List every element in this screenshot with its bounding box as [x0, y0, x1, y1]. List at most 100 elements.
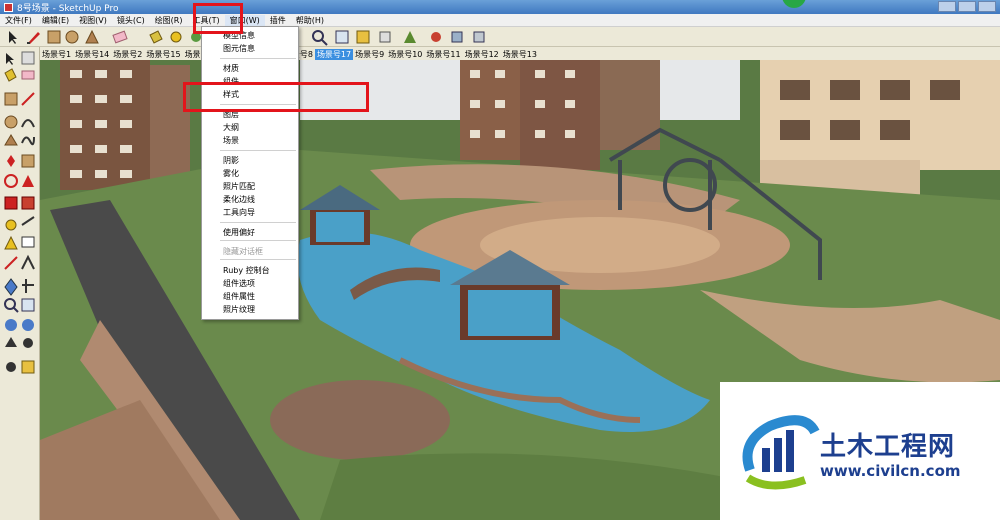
menu-item-0[interactable]: 文件(F)	[0, 15, 37, 26]
make-component-icon	[21, 51, 35, 65]
3d-text-icon	[21, 254, 35, 270]
window-menu-item[interactable]: 照片匹配	[223, 181, 255, 192]
zoom-extents-icon	[335, 30, 349, 44]
menu-separator	[220, 222, 296, 223]
close-button[interactable]	[978, 1, 996, 12]
window-menu-dropdown: 模型信息 图元信息 材质 组件 样式 图层 大纲 场景 阴影 雾化 照片匹配 柔化边线 工具向导 使用偏好…	[201, 26, 299, 320]
pencil-tool-icon	[27, 32, 40, 44]
watermark-url: www.civilcn.com	[820, 462, 961, 480]
window-menu-item[interactable]: Ruby 控制台	[223, 265, 270, 276]
tool-palette	[0, 47, 40, 520]
menu-item-7[interactable]: 插件	[265, 15, 291, 26]
window-menu-item[interactable]: 照片纹理	[223, 304, 255, 315]
watermark-logo: 土木工程网 www.civilcn.com	[720, 382, 1000, 520]
scene-tab[interactable]: 场景号17	[314, 49, 354, 60]
previous-view-icon	[22, 319, 34, 331]
watermark-site-name: 土木工程网	[820, 432, 956, 462]
menu-bar: 文件(F) 编辑(E) 视图(V) 镜头(C) 绘图(R) 工具(T) 窗口(W) 插件 帮助(…	[0, 14, 1000, 27]
text-icon	[21, 236, 35, 248]
menu-item-8[interactable]: 帮助(H)	[291, 15, 329, 26]
scene-tab[interactable]: 场景号11	[424, 49, 462, 60]
pan-icon	[22, 279, 34, 293]
menu-item-3[interactable]: 镜头(C)	[112, 15, 150, 26]
menu-item-4[interactable]: 绘图(R)	[150, 15, 188, 26]
scene-tab[interactable]: 场景号2	[111, 49, 144, 60]
style-icon	[431, 32, 441, 42]
window-menu-item: 隐藏对话框	[223, 247, 263, 256]
zoom-extents-icon	[5, 319, 17, 331]
window-menu-item[interactable]: 组件属性	[223, 291, 255, 302]
section-plane-icon	[356, 30, 370, 44]
paint-icon	[4, 68, 17, 82]
window-menu-item[interactable]: 材质	[223, 63, 239, 74]
palette-icons	[4, 51, 35, 374]
sandbox-icon	[404, 31, 416, 43]
scene-tab[interactable]: 场景号9	[353, 49, 386, 60]
civilcn-logo-icon	[742, 415, 820, 490]
scene-tab[interactable]: 场景号15	[144, 49, 182, 60]
scene-tab[interactable]: 场景号14	[73, 49, 111, 60]
components-icon	[379, 31, 391, 43]
position-camera-icon	[5, 337, 17, 347]
window-title: 8号场景 - SketchUp Pro	[17, 3, 119, 14]
circle-tool-icon	[65, 30, 79, 44]
menu-separator	[220, 58, 296, 59]
maximize-button[interactable]	[958, 1, 976, 12]
scene-tab[interactable]: 场景号12	[463, 49, 501, 60]
window-menu-item[interactable]: 使用偏好	[223, 227, 255, 238]
polygon-tool-icon	[85, 29, 99, 44]
tape-measure-icon	[5, 219, 17, 231]
select-tool-icon	[9, 31, 17, 44]
move-icon	[7, 155, 15, 167]
arc-icon	[21, 119, 35, 128]
window-menu-item[interactable]: 场景	[223, 135, 239, 146]
toolbar-icons	[9, 29, 485, 46]
window-menu-item[interactable]: 雾化	[223, 168, 239, 179]
menu-separator	[220, 259, 296, 260]
rotate-icon	[4, 174, 18, 188]
zoom-icon	[312, 30, 328, 46]
rectangle-icon	[4, 92, 18, 106]
window-menu-item[interactable]: 组件选项	[223, 278, 255, 289]
menu-separator	[220, 150, 296, 151]
scene-tabs: 场景号1场景号14场景号2场景号15场景号5场景号6场景号7场景号8场景号17场…	[40, 47, 1000, 60]
scene-tab[interactable]: 场景号13	[501, 49, 539, 60]
paint-bucket-icon	[149, 30, 163, 44]
scene-tab[interactable]: 场景号10	[386, 49, 424, 60]
eraser-tool-icon	[112, 30, 128, 44]
window-menu-item[interactable]: 柔化边线	[223, 194, 255, 205]
menu-item-2[interactable]: 视图(V)	[74, 15, 112, 26]
sketchup-app-icon	[4, 2, 13, 12]
orbit-icon	[4, 278, 18, 296]
recording-indicator	[782, 0, 806, 8]
window-controls	[938, 1, 996, 12]
select-icon	[6, 53, 14, 65]
look-around-icon	[6, 362, 16, 372]
rectangle-tool-icon	[47, 30, 61, 44]
scale-icon	[4, 196, 18, 210]
push-pull-icon	[21, 154, 35, 168]
follow-me-icon	[22, 175, 34, 187]
polygon-icon	[4, 134, 18, 146]
section-plane-icon	[21, 360, 35, 374]
left-apartment-building	[60, 60, 190, 190]
highlight-style-item	[183, 82, 369, 112]
axes-icon	[4, 256, 18, 270]
main-toolbar	[0, 27, 1000, 47]
circle-icon	[4, 115, 18, 129]
walk-icon	[23, 338, 33, 348]
eraser-icon	[21, 70, 35, 80]
minimize-button[interactable]	[938, 1, 956, 12]
dimension-icon	[21, 216, 35, 226]
window-menu-item[interactable]: 阴影	[223, 155, 239, 166]
window-menu-item[interactable]: 图元信息	[223, 43, 255, 54]
title-bar: 8号场景 - SketchUp Pro	[0, 0, 1000, 14]
menu-separator	[220, 240, 296, 241]
window-menu-item[interactable]: 大纲	[223, 122, 239, 133]
line-icon	[21, 92, 35, 106]
zoom-icon	[4, 298, 19, 313]
shadow-icon	[451, 31, 463, 43]
scene-tab[interactable]: 场景号1	[40, 49, 73, 60]
menu-item-1[interactable]: 编辑(E)	[37, 15, 74, 26]
window-menu-item[interactable]: 工具向导	[223, 207, 255, 218]
